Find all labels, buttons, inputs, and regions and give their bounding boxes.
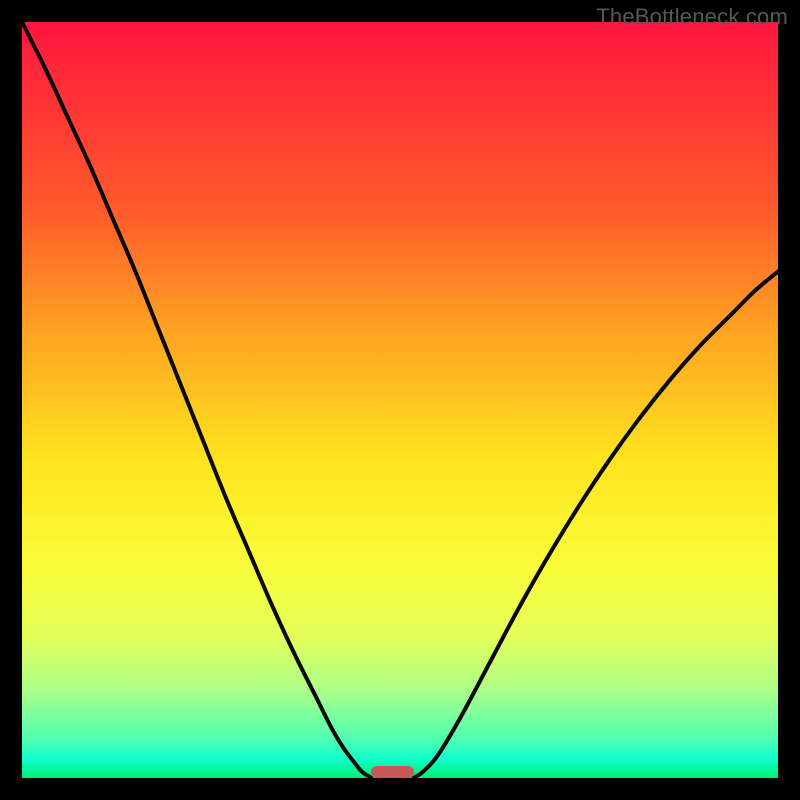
left-curve [22,22,371,778]
watermark-text: TheBottleneck.com [596,4,788,30]
curve-layer [22,22,778,778]
right-curve [414,271,778,778]
outer-frame: TheBottleneck.com [0,0,800,800]
bottleneck-marker [371,766,413,778]
plot-area [22,22,778,778]
